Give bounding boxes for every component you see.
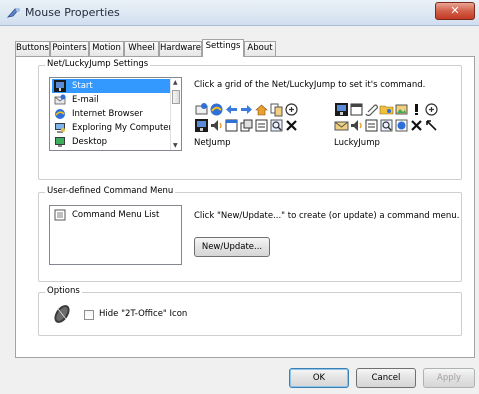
tab-hardware[interactable]: Hardware [159,41,202,56]
settings-panel: Net/LuckyJump Settings Start E-mail Inte… [15,56,475,358]
netlucky-legend: Net/LuckyJump Settings [45,59,151,69]
netjump-cell-back-arrow-icon[interactable] [224,102,239,117]
netjump-cell-task-icon[interactable] [254,118,269,133]
options-legend: Options [45,286,82,296]
luckyjump-cell-task-icon[interactable] [364,118,379,133]
options-group: Options Hide "2T-Office" Icon [38,286,462,336]
mouse-properties-window: Mouse Properties ✕ Buttons Pointers Moti… [0,0,479,394]
netjump-cell-start-icon[interactable] [194,118,209,133]
tab-wheel[interactable]: Wheel [124,41,159,56]
list-item-email[interactable]: E-mail [52,93,172,107]
netjump-cell-speaker-icon[interactable] [209,118,224,133]
luckyjump-cell-window-icon[interactable] [349,102,364,117]
luckyjump-cell-mail-icon[interactable] [334,118,349,133]
luckyjump-cell-resize-icon[interactable] [424,118,439,133]
netjump-cell-zoom-icon[interactable] [284,102,299,117]
luckyjump-cell-start-icon[interactable] [334,102,349,117]
command-list-icon [54,209,66,221]
list-item-command-menu-list[interactable]: Command Menu List [52,208,172,222]
tab-motion[interactable]: Motion [89,41,124,56]
cancel-button[interactable]: Cancel [356,368,416,388]
ok-button[interactable]: OK [289,368,349,388]
luckyjump-cell-clip-icon[interactable] [364,102,379,117]
netjump-label: NetJump [194,138,231,148]
netjump-cell-restore-icon[interactable] [239,118,254,133]
luckyjump-cell-close-icon[interactable] [409,118,424,133]
netjump-cell-email-icon[interactable] [194,102,209,117]
desktop-icon [55,137,65,147]
command-list[interactable]: Start E-mail Internet Browser Exploring … [49,77,182,151]
apply-button[interactable]: Apply [423,368,475,388]
command-menu-list[interactable]: Command Menu List [49,205,182,265]
close-button[interactable]: ✕ [435,2,475,20]
netjump-grid [194,102,314,136]
command-menu-instruction: Click "New/Update..." to create (or upda… [194,211,460,221]
netjump-cell-copy-icon[interactable] [269,102,284,117]
mouse-device-icon [54,305,70,323]
mouse-icon [7,8,20,18]
hide-icon-label: Hide "2T-Office" Icon [99,309,188,319]
luckyjump-cell-folder-icon[interactable] [379,102,394,117]
list-item-start[interactable]: Start [52,79,172,93]
netjump-cell-browser-icon[interactable] [209,102,224,117]
start-icon [54,80,66,92]
luckyjump-cell-zoom-icon[interactable] [424,102,439,117]
tab-pointers[interactable]: Pointers [50,41,89,56]
luckyjump-cell-search-icon[interactable] [379,118,394,133]
netjump-cell-home-icon[interactable] [254,102,269,117]
scroll-thumb[interactable] [172,90,180,104]
email-icon [54,94,66,105]
netjump-cell-close-icon[interactable] [284,118,299,133]
list-scrollbar[interactable]: ▲ ▼ [170,78,181,150]
list-item-internet-browser[interactable]: Internet Browser [52,107,172,121]
luckyjump-grid [334,102,454,136]
list-item-exploring-my-computer[interactable]: Exploring My Computer [52,121,172,135]
internet-browser-icon [55,109,65,119]
scroll-down-icon[interactable]: ▼ [173,142,178,149]
command-menu-group: User-defined Command Menu Command Menu L… [38,186,462,282]
my-computer-icon [55,123,65,133]
window-title: Mouse Properties [25,6,120,19]
scroll-up-icon[interactable]: ▲ [173,79,178,86]
luckyjump-cell-globe-icon[interactable] [394,118,409,133]
hide-icon-checkbox[interactable] [84,310,94,320]
dialog-body: Buttons Pointers Motion Wheel Hardware S… [0,26,479,394]
netlucky-group: Net/LuckyJump Settings Start E-mail Inte… [38,59,462,180]
title-bar[interactable]: Mouse Properties ✕ [0,0,479,26]
luckyjump-cell-speaker-icon[interactable] [349,118,364,133]
luckyjump-cell-picture-icon[interactable] [394,102,409,117]
netjump-cell-search-icon[interactable] [269,118,284,133]
command-menu-legend: User-defined Command Menu [45,186,176,196]
luckyjump-label: LuckyJump [334,138,380,148]
tab-settings[interactable]: Settings [202,39,244,57]
tab-buttons[interactable]: Buttons [15,41,50,56]
luckyjump-cell-exclamation-icon[interactable] [409,102,424,117]
list-item-desktop[interactable]: Desktop [52,135,172,149]
netjump-cell-window-icon[interactable] [224,118,239,133]
new-update-button[interactable]: New/Update... [194,237,270,257]
tab-about[interactable]: About [244,41,276,56]
netlucky-instruction: Click a grid of the Net/LuckyJump to set… [194,80,426,90]
netjump-cell-forward-arrow-icon[interactable] [239,102,254,117]
